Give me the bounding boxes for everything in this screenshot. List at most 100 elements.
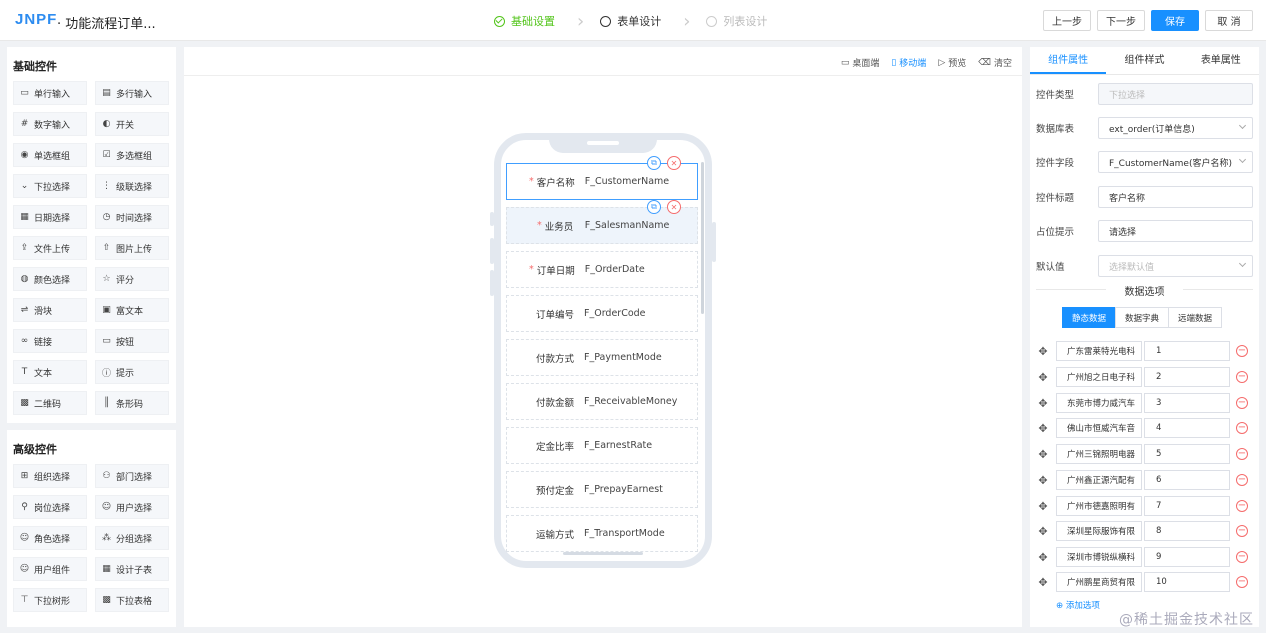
- db-table-select[interactable]: ext_order(订单信息): [1098, 117, 1253, 139]
- control-user-component[interactable]: ☺ 用户组件: [13, 557, 87, 581]
- option-label-input[interactable]: 东莞市博力威汽车: [1056, 393, 1142, 413]
- remove-option-icon[interactable]: −: [1236, 500, 1248, 512]
- option-label-input[interactable]: 佛山市恒威汽车音: [1056, 418, 1142, 438]
- control-role-select[interactable]: ☺ 角色选择: [13, 526, 87, 550]
- control-multi-line-input[interactable]: ▤ 多行输入: [95, 81, 169, 105]
- remove-option-icon[interactable]: −: [1236, 422, 1248, 434]
- option-value-input[interactable]: 3: [1144, 393, 1230, 413]
- option-label-input[interactable]: 广州三锦照明电器: [1056, 444, 1142, 464]
- control-radio-group[interactable]: ◉ 单选框组: [13, 143, 87, 167]
- add-option-button[interactable]: ⊕ 添加选项: [1056, 599, 1100, 611]
- tab-data-dictionary[interactable]: 数据字典: [1115, 307, 1170, 328]
- control-button[interactable]: ▭ 按钮: [95, 329, 169, 353]
- control-alert[interactable]: ⓘ 提示: [95, 360, 169, 384]
- preview-button[interactable]: ▷ 预览: [938, 56, 966, 70]
- drag-handle-icon[interactable]: ✥: [1036, 525, 1050, 538]
- control-number-input[interactable]: # 数字输入: [13, 112, 87, 136]
- control-time-picker[interactable]: ◷ 时间选择: [95, 205, 169, 229]
- option-value-input[interactable]: 5: [1144, 444, 1230, 464]
- control-color-picker[interactable]: ◍ 颜色选择: [13, 267, 87, 291]
- tab-component-style[interactable]: 组件样式: [1106, 47, 1182, 74]
- control-file-upload[interactable]: ⇪ 文件上传: [13, 236, 87, 260]
- form-field-transport-mode[interactable]: 运输方式 F_TransportMode: [506, 515, 698, 552]
- tab-static-data[interactable]: 静态数据: [1062, 307, 1117, 328]
- step-list-design[interactable]: 列表设计: [706, 13, 767, 29]
- option-label-input[interactable]: 广州鑫正源汽配有: [1056, 470, 1142, 490]
- control-cascader[interactable]: ⋮ 级联选择: [95, 174, 169, 198]
- clear-button[interactable]: ⌫ 清空: [978, 56, 1012, 70]
- control-barcode[interactable]: ║ 条形码: [95, 391, 169, 415]
- control-rich-text[interactable]: ▣ 富文本: [95, 298, 169, 322]
- option-label-input[interactable]: 广州旭之日电子科: [1056, 367, 1142, 387]
- control-date-picker[interactable]: ▦ 日期选择: [13, 205, 87, 229]
- option-label-input[interactable]: 深圳星际服饰有限: [1056, 521, 1142, 541]
- option-value-input[interactable]: 6: [1144, 470, 1230, 490]
- option-label-input[interactable]: 广州市德嘉照明有: [1056, 496, 1142, 516]
- option-value-input[interactable]: 4: [1144, 418, 1230, 438]
- control-dept-select[interactable]: ⚇ 部门选择: [95, 464, 169, 488]
- option-value-input[interactable]: 2: [1144, 367, 1230, 387]
- step-form-design[interactable]: 表单设计: [600, 13, 661, 29]
- option-value-input[interactable]: 7: [1144, 496, 1230, 516]
- delete-icon[interactable]: ✕: [667, 200, 681, 214]
- control-image-upload[interactable]: ⇧ 图片上传: [95, 236, 169, 260]
- control-rate[interactable]: ☆ 评分: [95, 267, 169, 291]
- option-value-input[interactable]: 9: [1144, 547, 1230, 567]
- option-value-input[interactable]: 1: [1144, 341, 1230, 361]
- control-tree-select[interactable]: ⊤ 下拉树形: [13, 588, 87, 612]
- drag-handle-icon[interactable]: ✥: [1036, 551, 1050, 564]
- tab-form-props[interactable]: 表单属性: [1183, 47, 1259, 74]
- desktop-view-button[interactable]: ▭ 桌面端: [841, 56, 880, 70]
- prev-step-button[interactable]: 上一步: [1043, 10, 1091, 31]
- drag-handle-icon[interactable]: ✥: [1036, 474, 1050, 487]
- remove-option-icon[interactable]: −: [1236, 576, 1248, 588]
- save-button[interactable]: 保存: [1151, 10, 1199, 31]
- control-org-select[interactable]: ⊞ 组织选择: [13, 464, 87, 488]
- form-field-earnest-rate[interactable]: 定金比率 F_EarnestRate: [506, 427, 698, 464]
- remove-option-icon[interactable]: −: [1236, 397, 1248, 409]
- drag-handle-icon[interactable]: ✥: [1036, 371, 1050, 384]
- tab-remote-data[interactable]: 远端数据: [1168, 307, 1223, 328]
- control-field-select[interactable]: F_CustomerName(客户名称): [1098, 151, 1253, 173]
- default-value-select[interactable]: 选择默认值: [1098, 255, 1253, 277]
- copy-icon[interactable]: ⧉: [647, 156, 661, 170]
- control-title-input[interactable]: 客户名称: [1098, 186, 1253, 208]
- control-single-line-input[interactable]: ▭ 单行输入: [13, 81, 87, 105]
- control-checkbox-group[interactable]: ☑ 多选框组: [95, 143, 169, 167]
- control-user-select[interactable]: ☺ 用户选择: [95, 495, 169, 519]
- next-step-button[interactable]: 下一步: [1097, 10, 1145, 31]
- control-switch[interactable]: ◐ 开关: [95, 112, 169, 136]
- remove-option-icon[interactable]: −: [1236, 371, 1248, 383]
- tab-component-props[interactable]: 组件属性: [1030, 47, 1107, 74]
- remove-option-icon[interactable]: −: [1236, 525, 1248, 537]
- remove-option-icon[interactable]: −: [1236, 345, 1248, 357]
- drag-handle-icon[interactable]: ✥: [1036, 422, 1050, 435]
- control-post-select[interactable]: ⚲ 岗位选择: [13, 495, 87, 519]
- mobile-view-button[interactable]: ▯ 移动端: [891, 56, 926, 70]
- control-text[interactable]: T 文本: [13, 360, 87, 384]
- control-group-select[interactable]: ⁂ 分组选择: [95, 526, 169, 550]
- control-table-select[interactable]: ▩ 下拉表格: [95, 588, 169, 612]
- form-field-order-code[interactable]: 订单编号 F_OrderCode: [506, 295, 698, 332]
- drag-handle-icon[interactable]: ✥: [1036, 576, 1050, 589]
- drag-handle-icon[interactable]: ✥: [1036, 345, 1050, 358]
- option-value-input[interactable]: 8: [1144, 521, 1230, 541]
- delete-icon[interactable]: ✕: [667, 156, 681, 170]
- drag-handle-icon[interactable]: ✥: [1036, 397, 1050, 410]
- copy-icon[interactable]: ⧉: [647, 200, 661, 214]
- form-field-receivable-money[interactable]: 付款金额 F_ReceivableMoney: [506, 383, 698, 420]
- cancel-button[interactable]: 取 消: [1205, 10, 1253, 31]
- placeholder-input[interactable]: 请选择: [1098, 220, 1253, 242]
- remove-option-icon[interactable]: −: [1236, 551, 1248, 563]
- scrollbar[interactable]: [701, 162, 704, 314]
- option-label-input[interactable]: 广东雷莱特光电科: [1056, 341, 1142, 361]
- form-field-prepay-earnest[interactable]: 预付定金 F_PrepayEarnest: [506, 471, 698, 508]
- remove-option-icon[interactable]: −: [1236, 448, 1248, 460]
- form-field-order-date[interactable]: * 订单日期 F_OrderDate: [506, 251, 698, 288]
- drag-handle-icon[interactable]: ✥: [1036, 500, 1050, 513]
- control-link[interactable]: ∞ 链接: [13, 329, 87, 353]
- option-label-input[interactable]: 深圳市博锐纵横科: [1056, 547, 1142, 567]
- drag-handle-icon[interactable]: ✥: [1036, 448, 1050, 461]
- control-slider[interactable]: ⇌ 滑块: [13, 298, 87, 322]
- option-label-input[interactable]: 广州鹏星商贸有限: [1056, 572, 1142, 592]
